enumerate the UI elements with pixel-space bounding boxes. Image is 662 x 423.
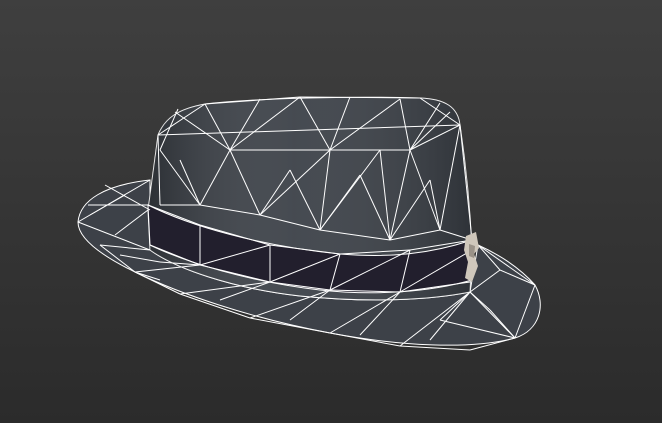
3d-viewport[interactable] — [0, 0, 662, 423]
viewport-canvas[interactable] — [0, 0, 662, 423]
